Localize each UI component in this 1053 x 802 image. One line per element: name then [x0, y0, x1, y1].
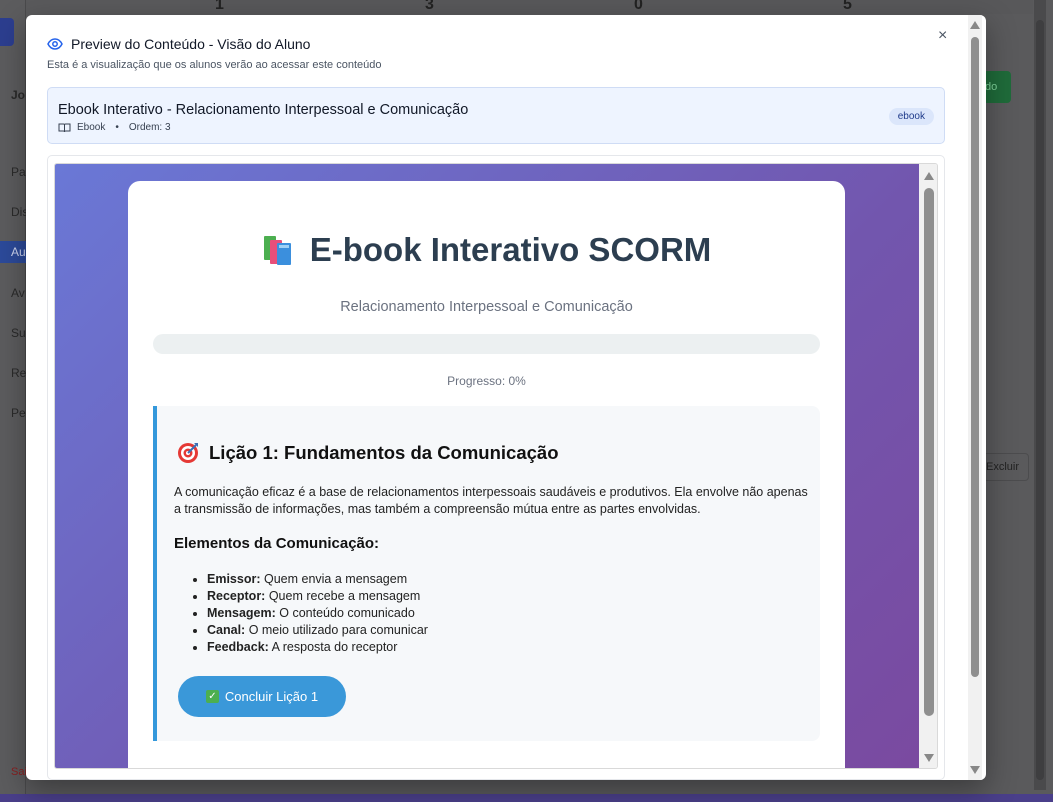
content-order: Ordem: 3	[128, 122, 171, 133]
list-term: Canal:	[207, 623, 246, 637]
sidebar: Jo Pai Dis Au Av Su Re Pe	[0, 0, 28, 802]
iframe-scrollbar[interactable]	[919, 164, 937, 768]
complete-lesson-button[interactable]: ✓ Concluir Lição 1	[178, 676, 346, 717]
bottom-bar	[0, 794, 1053, 802]
modal-title-text: Preview do Conteúdo - Visão do Aluno	[71, 36, 311, 52]
close-icon[interactable]: ×	[938, 27, 947, 45]
modal-subtitle: Esta é a visualização que os alunos verã…	[47, 59, 382, 71]
progress-label: Progresso: 0%	[447, 374, 526, 388]
progress-bar	[153, 334, 820, 354]
stat-number: 0	[634, 0, 643, 13]
ebook-card: E-book Interativo SCORM Relacionamento I…	[128, 181, 845, 768]
list-item: Receptor: Quem recebe a mensagem	[207, 588, 428, 605]
modal-scrollbar[interactable]	[968, 15, 982, 780]
target-emoji-icon	[178, 443, 198, 463]
content-title: Ebook Interativo - Relacionamento Interp…	[58, 102, 469, 118]
content-meta: Ebook • Ordem: 3	[58, 122, 171, 133]
ebook-title: E-book Interativo SCORM	[128, 231, 845, 269]
sidebar-item[interactable]: Av	[11, 286, 25, 300]
list-term: Mensagem:	[207, 606, 276, 620]
stat-number: 5	[843, 0, 852, 13]
ebook-title-text: E-book Interativo SCORM	[309, 231, 712, 268]
sidebar-item[interactable]: Su	[11, 326, 26, 340]
complete-lesson-label: Concluir Lição 1	[224, 689, 319, 704]
book-open-icon	[58, 123, 71, 132]
sidebar-item-active[interactable]: Au	[0, 241, 26, 263]
content-type: Ebook	[77, 122, 106, 133]
list-item: Mensagem: O conteúdo comunicado	[207, 605, 428, 622]
eye-icon	[47, 38, 63, 50]
list-desc: A resposta do receptor	[271, 640, 398, 654]
list-desc: Quem recebe a mensagem	[268, 589, 421, 603]
delete-button[interactable]: Excluir	[983, 453, 1029, 481]
ebook-iframe[interactable]: E-book Interativo SCORM Relacionamento I…	[54, 163, 938, 769]
list-term: Feedback:	[207, 640, 269, 654]
logout-link[interactable]: Sai	[11, 766, 27, 778]
scroll-down-icon[interactable]	[970, 766, 980, 774]
user-name: Jo	[11, 88, 26, 102]
logo	[0, 18, 14, 46]
meta-separator: •	[115, 122, 119, 133]
stat-number: 3	[425, 0, 434, 13]
check-box-icon: ✓	[205, 690, 219, 703]
modal-title: Preview do Conteúdo - Visão do Aluno	[47, 36, 310, 52]
list-desc: Quem envia a mensagem	[263, 572, 408, 586]
list-item: Canal: O meio utilizado para comunicar	[207, 622, 428, 639]
preview-modal: Preview do Conteúdo - Visão do Aluno Est…	[26, 15, 986, 780]
list-term: Emissor:	[207, 572, 261, 586]
books-emoji-icon	[263, 236, 291, 265]
type-badge: ebook	[888, 108, 934, 125]
scroll-up-icon[interactable]	[924, 172, 934, 180]
iframe-scrollbar-thumb[interactable]	[924, 188, 934, 716]
list-desc: O meio utilizado para comunicar	[248, 623, 428, 637]
lesson-title-text: Lição 1: Fundamentos da Comunicação	[209, 442, 559, 463]
ebook-background: E-book Interativo SCORM Relacionamento I…	[55, 164, 919, 768]
list-item: Feedback: A resposta do receptor	[207, 639, 428, 656]
ebook-subtitle: Relacionamento Interpessoal e Comunicaçã…	[340, 299, 633, 315]
elements-list: Emissor: Quem envia a mensagem Receptor:…	[207, 571, 428, 656]
list-desc: O conteúdo comunicado	[279, 606, 415, 620]
sidebar-item[interactable]: Pe	[11, 406, 26, 420]
list-term: Receptor:	[207, 589, 266, 603]
stat-number: 1	[215, 0, 224, 13]
sidebar-item[interactable]: Re	[11, 366, 26, 380]
page-scrollbar-thumb[interactable]	[1036, 20, 1044, 780]
scroll-down-icon[interactable]	[924, 754, 934, 762]
lesson-title: Lição 1: Fundamentos da Comunicação	[177, 442, 559, 464]
stats-strip: 1 3 0 5	[190, 0, 1033, 14]
modal-scrollbar-thumb[interactable]	[971, 37, 979, 677]
lesson-paragraph: A comunicação eficaz é a base de relacio…	[174, 485, 808, 516]
content-info-card: Ebook Interativo - Relacionamento Interp…	[47, 87, 945, 144]
elements-heading: Elementos da Comunicação:	[174, 535, 380, 552]
save-button[interactable]: do	[983, 71, 1011, 103]
list-item: Emissor: Quem envia a mensagem	[207, 571, 428, 588]
lesson-section: Lição 1: Fundamentos da Comunicação A co…	[153, 406, 820, 741]
scroll-up-icon[interactable]	[970, 21, 980, 29]
